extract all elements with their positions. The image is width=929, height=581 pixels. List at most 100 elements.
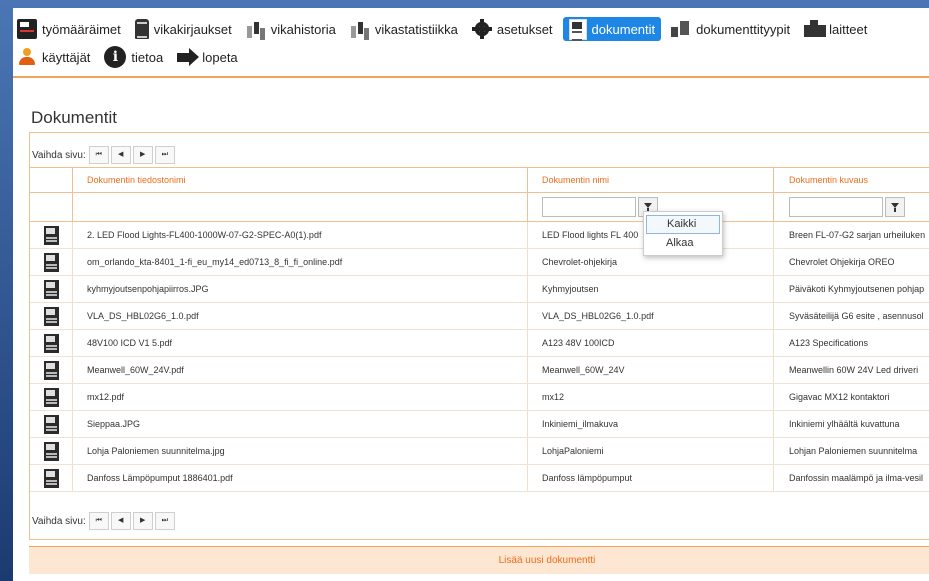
table-row[interactable]: mx12.pdf mx12 Gigavac MX12 kontaktori [30,384,929,411]
document-icon[interactable] [44,360,59,380]
cell-description: Gigavac MX12 kontaktori [773,384,929,410]
document-icon[interactable] [44,441,59,461]
filter-option-kaikki[interactable]: Kaikki [646,215,720,234]
cell-filename[interactable]: 2. LED Flood Lights-FL400-1000W-07-G2-SP… [72,222,527,248]
cell-filename[interactable]: 48V100 ICD V1 5.pdf [72,330,527,356]
info-icon: i [104,46,127,68]
pager-next-button[interactable]: ▶ [132,512,153,530]
cell-description: A123 Specifications [773,330,929,356]
cell-filename[interactable]: kyhmyjoutsenpohjapiirros.JPG [72,276,527,302]
nav-item-label: dokumentit [591,21,656,37]
nav-item-vikakirjaukset[interactable]: vikakirjaukset [131,17,236,41]
filter-name-input[interactable] [542,197,636,217]
document-icon[interactable] [44,279,59,299]
nav-item-label: vikakirjaukset [153,21,232,37]
cell-description: Breen FL-07-G2 sarjan urheiluken [773,222,929,248]
cell-filename[interactable]: mx12.pdf [72,384,527,410]
documents-grid: Vaihda sivu: ⏮ ◀ ▶ ⏭ Dokumentin tiedosto… [29,132,929,540]
cell-name: Danfoss lämpöpumput [527,465,773,491]
cell-filename[interactable]: VLA_DS_HBL02G6_1.0.pdf [72,303,527,329]
table-row[interactable]: 2. LED Flood Lights-FL400-1000W-07-G2-SP… [30,222,929,249]
document-icon[interactable] [44,414,59,434]
cell-filename[interactable]: Danfoss Lämpöpumput 1886401.pdf [72,465,527,491]
document-icon[interactable] [44,468,59,488]
row-icon-cell [30,357,72,383]
row-icon-cell [30,276,72,302]
pager-last-button[interactable]: ⏭ [154,146,175,164]
cell-name: A123 48V 100ICD [527,330,773,356]
header-filename[interactable]: Dokumentin tiedostonimi [72,168,527,192]
document-icon[interactable] [44,306,59,326]
cell-name: Inkiniemi_ilmakuva [527,411,773,437]
cell-filename[interactable]: Meanwell_60W_24V.pdf [72,357,527,383]
filter-filename-cell [72,193,527,221]
table-row[interactable]: 48V100 ICD V1 5.pdf A123 48V 100ICD A123 S… [30,330,929,357]
add-document-button[interactable]: Lisää uusi dokumentti [499,555,596,566]
page-title: Dokumentit [31,108,117,127]
cell-filename[interactable]: om_orlando_kta-8401_1-fi_eu_my14_ed0713_… [72,249,527,275]
nav-item-käyttäjät[interactable]: käyttäjät [13,45,94,69]
table-row[interactable]: Danfoss Lämpöpumput 1886401.pdf Danfoss l… [30,465,929,492]
nav-item-dokumenttityypit[interactable]: dokumenttityypit [667,17,794,41]
machine-icon [804,19,827,39]
filter-description-button[interactable] [885,197,905,217]
cell-description: Meanwellin 60W 24V Led driveri [773,357,929,383]
filter-option-alkaa[interactable]: Alkaa [646,235,720,252]
nav-item-label: lopeta [202,49,238,65]
document-icon[interactable] [44,333,59,353]
table-row[interactable]: kyhmyjoutsenpohjapiirros.JPG Kyhmyjoutsen… [30,276,929,303]
table-row[interactable]: om_orlando_kta-8401_1-fi_eu_my14_ed0713_… [30,249,929,276]
filter-description-input[interactable] [789,197,883,217]
row-icon-cell [30,249,72,275]
nav-item-label: laitteet [829,21,868,37]
pager-prev-button[interactable]: ◀ [110,146,131,164]
nav-item-label: työmääräimet [42,21,121,37]
trashcan-icon [134,19,149,39]
cell-description: Lohjan Paloniemen suunnitelma [773,438,929,464]
nav-item-vikastatistiikka[interactable]: vikastatistiikka [346,17,462,41]
table-row[interactable]: Sieppaa.JPG Inkiniemi_ilmakuva Inkiniemi y… [30,411,929,438]
top-navigation: työmääräimet vikakirjaukset vikahistoria vi… [13,8,929,80]
document-icon[interactable] [44,387,59,407]
pager-prev-button[interactable]: ◀ [110,512,131,530]
pager-top: Vaihda sivu: ⏮ ◀ ▶ ⏭ [30,143,929,168]
pager-bottom: Vaihda sivu: ⏮ ◀ ▶ ⏭ [30,509,929,533]
table-row[interactable]: Meanwell_60W_24V.pdf Meanwell_60W_24V Mean… [30,357,929,384]
pager-label: Vaihda sivu: [32,149,86,161]
nav-item-vikahistoria[interactable]: vikahistoria [242,17,340,41]
pager-next-button[interactable]: ▶ [132,146,153,164]
add-document-bar[interactable]: Lisää uusi dokumentti [29,546,929,574]
header-description[interactable]: Dokumentin kuvaus [773,168,929,192]
gear-icon [471,19,492,39]
cell-name: mx12 [527,384,773,410]
filter-operator-menu: Kaikki Alkaa [643,211,723,256]
cell-filename[interactable]: Sieppaa.JPG [72,411,527,437]
table-row[interactable]: VLA_DS_HBL02G6_1.0.pdf VLA_DS_HBL02G6_1.0… [30,303,929,330]
nav-item-label: asetukset [496,21,553,37]
nav-item-dokumentit[interactable]: dokumentit [562,17,662,41]
pager-buttons: ⏮ ◀ ▶ ⏭ [88,146,177,164]
pager-first-button[interactable]: ⏮ [88,146,109,164]
table-row[interactable]: Lohja Paloniemen suunnitelma.jpg LohjaPal… [30,438,929,465]
filter-icon [891,203,899,212]
cell-filename[interactable]: Lohja Paloniemen suunnitelma.jpg [72,438,527,464]
nav-item-laitteet[interactable]: laitteet [800,17,871,41]
pager-first-button[interactable]: ⏮ [88,512,109,530]
pager-last-button[interactable]: ⏭ [154,512,175,530]
nav-item-asetukset[interactable]: asetukset [468,17,557,41]
nav-item-lopeta[interactable]: lopeta [173,45,241,69]
bar-chart-icon [350,19,370,39]
cell-description: Chevrolet Ohjekirja OREO [773,249,929,275]
document-icon[interactable] [44,252,59,272]
nav-item-tietoa[interactable]: i tietoa [100,45,167,69]
nav-item-työmääräimet[interactable]: työmääräimet [13,17,125,41]
nav-item-label: tietoa [131,49,164,65]
cell-name: LohjaPaloniemi [527,438,773,464]
header-name[interactable]: Dokumentin nimi [527,168,773,192]
document-icon[interactable] [44,225,59,245]
row-icon-cell [30,222,72,248]
nav-item-label: käyttäjät [42,49,91,65]
pager-buttons: ⏮ ◀ ▶ ⏭ [88,512,177,530]
bar-chart-icon [246,19,266,39]
cell-name: Kyhmyjoutsen [527,276,773,302]
